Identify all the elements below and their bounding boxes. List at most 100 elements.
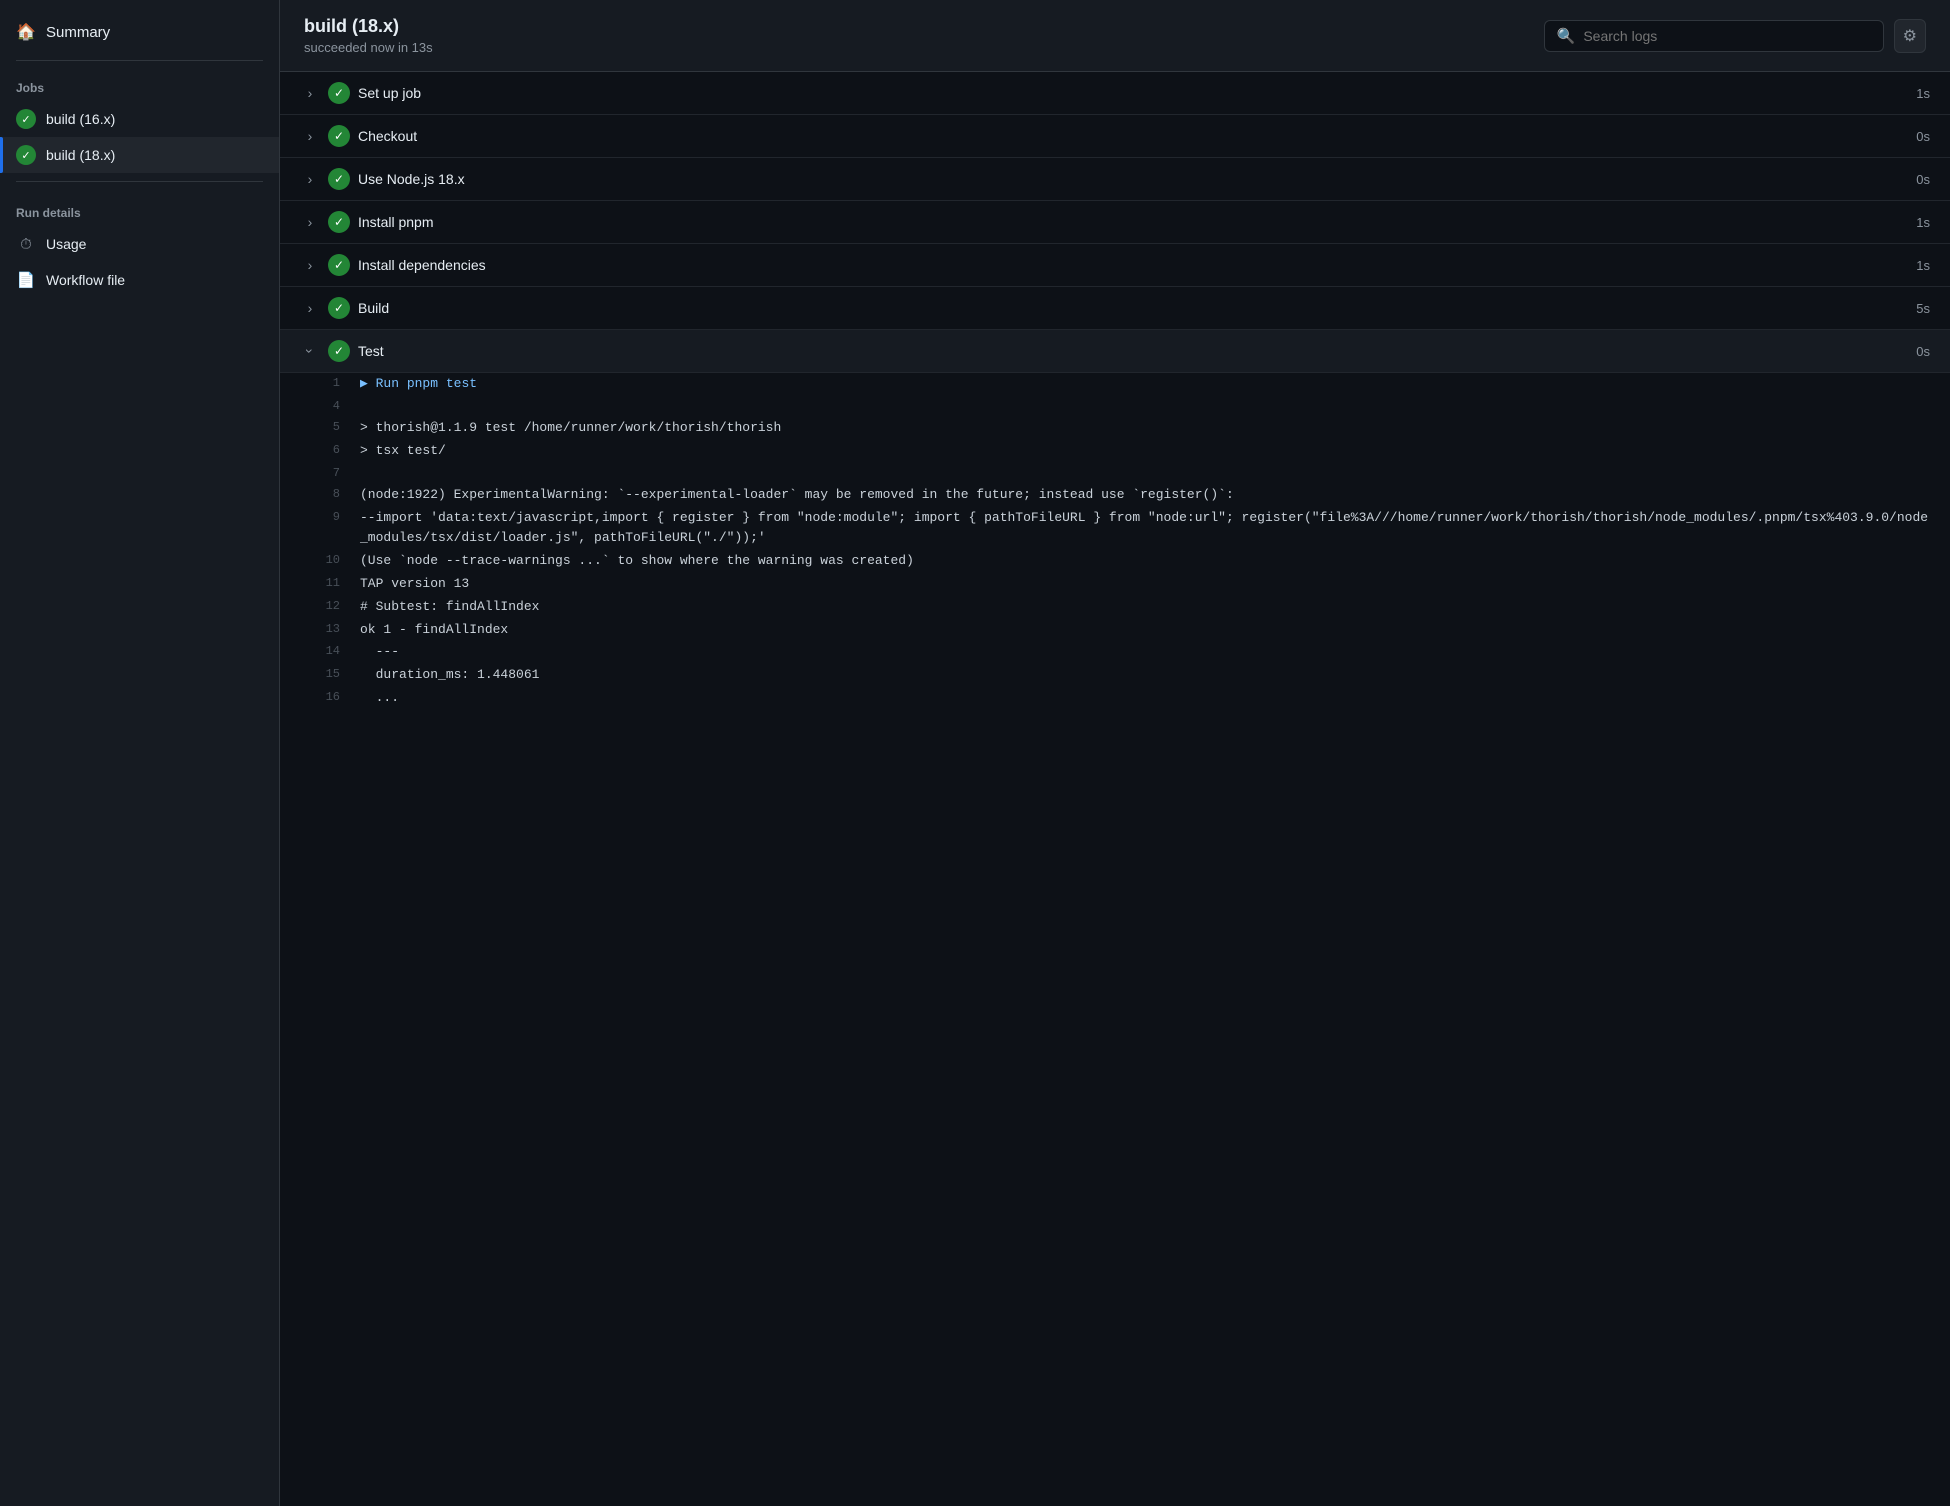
- run-details-label: Run details: [0, 190, 279, 226]
- line-content: > thorish@1.1.9 test /home/runner/work/t…: [360, 418, 1930, 439]
- sidebar-summary-label: Summary: [46, 24, 110, 41]
- line-number: 16: [320, 688, 360, 707]
- usage-label: Usage: [46, 236, 86, 252]
- log-line: 14 ---: [280, 641, 1950, 664]
- sidebar-item-build-16x[interactable]: ✓ build (16.x): [0, 101, 279, 137]
- line-content: ...: [360, 688, 1930, 709]
- sidebar-item-usage[interactable]: ⏱ Usage: [0, 226, 279, 262]
- chevron-right-icon[interactable]: ›: [300, 83, 320, 103]
- line-number: 10: [320, 551, 360, 570]
- step-duration-checkout: 0s: [1916, 129, 1930, 144]
- log-line: 9--import 'data:text/javascript,import {…: [280, 507, 1950, 551]
- settings-button[interactable]: ⚙: [1894, 19, 1926, 53]
- sidebar-item-build-18x[interactable]: ✓ build (18.x): [0, 137, 279, 173]
- line-content: duration_ms: 1.448061: [360, 665, 1930, 686]
- header-right: 🔍 ⚙: [1544, 19, 1926, 53]
- step-name-use-nodejs: Use Node.js 18.x: [358, 171, 1908, 187]
- step-use-nodejs[interactable]: › ✓ Use Node.js 18.x 0s: [280, 158, 1950, 201]
- step-duration-install-deps: 1s: [1916, 258, 1930, 273]
- search-input[interactable]: [1583, 28, 1870, 44]
- step-name-set-up-job: Set up job: [358, 85, 1908, 101]
- line-number: 8: [320, 485, 360, 504]
- line-content: (node:1922) ExperimentalWarning: `--expe…: [360, 485, 1930, 506]
- line-content: --import 'data:text/javascript,import { …: [360, 508, 1930, 550]
- line-number: 9: [320, 508, 360, 527]
- success-icon-16x: ✓: [16, 109, 36, 129]
- chevron-down-icon[interactable]: ›: [300, 341, 320, 361]
- step-build[interactable]: › ✓ Build 5s: [280, 287, 1950, 330]
- step-checkout[interactable]: › ✓ Checkout 0s: [280, 115, 1950, 158]
- chevron-right-icon-3[interactable]: ›: [300, 169, 320, 189]
- sidebar-item-workflow-file[interactable]: 📄 Workflow file: [0, 262, 279, 298]
- step-success-install-pnpm: ✓: [328, 211, 350, 233]
- step-success-build: ✓: [328, 297, 350, 319]
- log-line: 16 ...: [280, 687, 1950, 710]
- line-number: 6: [320, 441, 360, 460]
- log-line: 11TAP version 13: [280, 573, 1950, 596]
- step-success-checkout: ✓: [328, 125, 350, 147]
- step-duration-set-up-job: 1s: [1916, 86, 1930, 101]
- file-icon: 📄: [16, 270, 36, 290]
- job-header: build (18.x) succeeded now in 13s 🔍 ⚙: [280, 0, 1950, 72]
- line-number: 13: [320, 620, 360, 639]
- log-line: 8(node:1922) ExperimentalWarning: `--exp…: [280, 484, 1950, 507]
- step-duration-test: 0s: [1916, 344, 1930, 359]
- log-line: 1▶ Run pnpm test: [280, 373, 1950, 396]
- sidebar: 🏠 Summary Jobs ✓ build (16.x) ✓ build (1…: [0, 0, 280, 1506]
- chevron-right-icon-5[interactable]: ›: [300, 255, 320, 275]
- step-test[interactable]: › ✓ Test 0s: [280, 330, 1950, 373]
- step-install-deps[interactable]: › ✓ Install dependencies 1s: [280, 244, 1950, 287]
- step-install-pnpm[interactable]: › ✓ Install pnpm 1s: [280, 201, 1950, 244]
- line-content: > tsx test/: [360, 441, 1930, 462]
- step-name-checkout: Checkout: [358, 128, 1908, 144]
- success-icon-18x: ✓: [16, 145, 36, 165]
- jobs-section-label: Jobs: [0, 69, 279, 101]
- search-box[interactable]: 🔍: [1544, 20, 1884, 52]
- search-icon: 🔍: [1557, 27, 1576, 45]
- log-line: 4: [280, 396, 1950, 417]
- steps-container: › ✓ Set up job 1s › ✓ Checkout 0s › ✓ Us…: [280, 72, 1950, 1506]
- line-number: 5: [320, 418, 360, 437]
- line-number: 14: [320, 642, 360, 661]
- log-line: 10(Use `node --trace-warnings ...` to sh…: [280, 550, 1950, 573]
- line-content: ---: [360, 642, 1930, 663]
- chevron-right-icon-4[interactable]: ›: [300, 212, 320, 232]
- chevron-right-icon-2[interactable]: ›: [300, 126, 320, 146]
- step-success-test: ✓: [328, 340, 350, 362]
- job-title: build (18.x): [304, 16, 433, 37]
- chevron-right-icon-6[interactable]: ›: [300, 298, 320, 318]
- sidebar-job-label-16x: build (16.x): [46, 111, 115, 127]
- line-number: 11: [320, 574, 360, 593]
- sidebar-item-summary[interactable]: 🏠 Summary: [0, 12, 279, 52]
- line-content: ok 1 - findAllIndex: [360, 620, 1930, 641]
- line-number: 4: [320, 397, 360, 416]
- log-line: 12# Subtest: findAllIndex: [280, 596, 1950, 619]
- job-subtitle: succeeded now in 13s: [304, 40, 433, 55]
- step-duration-use-nodejs: 0s: [1916, 172, 1930, 187]
- step-name-build: Build: [358, 300, 1908, 316]
- log-line: 15 duration_ms: 1.448061: [280, 664, 1950, 687]
- line-number: 12: [320, 597, 360, 616]
- step-set-up-job[interactable]: › ✓ Set up job 1s: [280, 72, 1950, 115]
- log-line: 6> tsx test/: [280, 440, 1950, 463]
- sidebar-job-label-18x: build (18.x): [46, 147, 115, 163]
- log-line: 13ok 1 - findAllIndex: [280, 619, 1950, 642]
- workflow-file-label: Workflow file: [46, 272, 125, 288]
- sidebar-divider: [16, 60, 263, 61]
- log-line: 5> thorish@1.1.9 test /home/runner/work/…: [280, 417, 1950, 440]
- sidebar-divider-2: [16, 181, 263, 182]
- log-output: 1▶ Run pnpm test45> thorish@1.1.9 test /…: [280, 373, 1950, 710]
- line-number: 1: [320, 374, 360, 393]
- step-success-set-up-job: ✓: [328, 82, 350, 104]
- main-content: build (18.x) succeeded now in 13s 🔍 ⚙ › …: [280, 0, 1950, 1506]
- job-title-block: build (18.x) succeeded now in 13s: [304, 16, 433, 55]
- line-content: ▶ Run pnpm test: [360, 374, 1930, 395]
- step-duration-build: 5s: [1916, 301, 1930, 316]
- line-content: TAP version 13: [360, 574, 1930, 595]
- step-duration-install-pnpm: 1s: [1916, 215, 1930, 230]
- line-content: (Use `node --trace-warnings ...` to show…: [360, 551, 1930, 572]
- step-success-use-nodejs: ✓: [328, 168, 350, 190]
- line-content: # Subtest: findAllIndex: [360, 597, 1930, 618]
- log-line: 7: [280, 463, 1950, 484]
- step-success-install-deps: ✓: [328, 254, 350, 276]
